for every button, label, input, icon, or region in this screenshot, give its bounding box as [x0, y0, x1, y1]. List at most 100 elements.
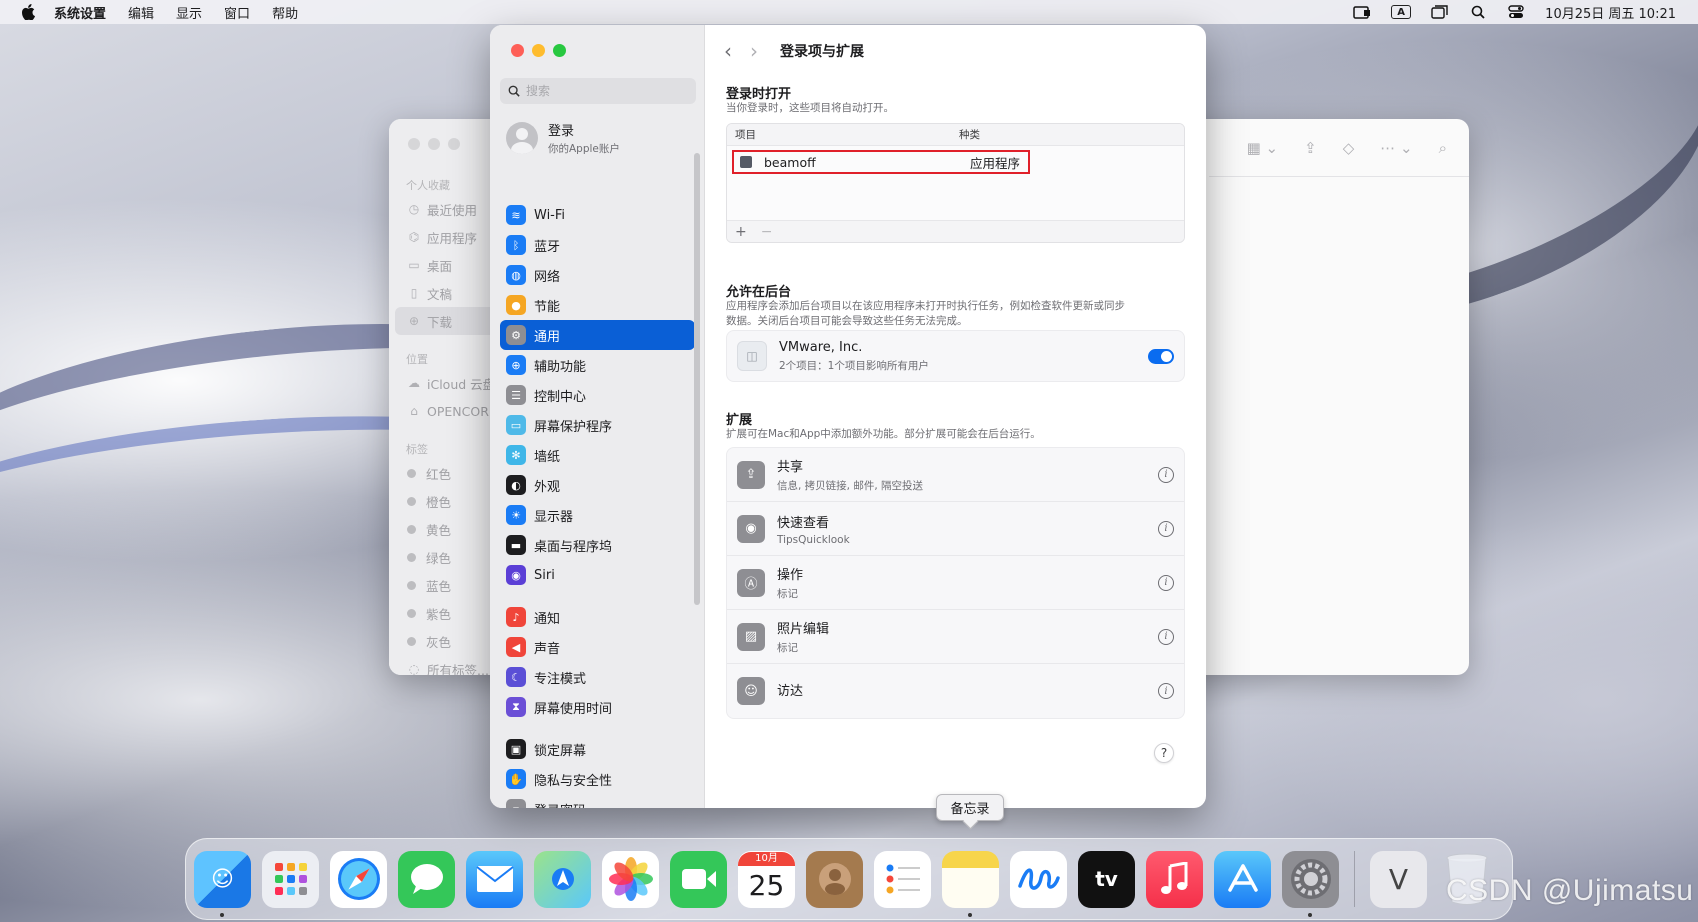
- spotlight-search-icon[interactable]: [1469, 5, 1487, 19]
- search-input[interactable]: [526, 84, 686, 98]
- finder-window-controls[interactable]: [408, 138, 460, 150]
- extension-row[interactable]: ⇪ 共享 信息, 拷贝链接, 邮件, 隔空投送 i: [727, 448, 1184, 502]
- menu-window[interactable]: 窗口: [224, 3, 250, 22]
- sidebar-item-dock[interactable]: ▬ 桌面与程序坞: [500, 530, 695, 560]
- dock-appstore-icon[interactable]: [1214, 850, 1271, 908]
- dock-reminders-icon[interactable]: [874, 850, 931, 908]
- finder-tag-gray[interactable]: 灰色: [389, 627, 504, 655]
- info-icon[interactable]: i: [1158, 466, 1174, 483]
- info-icon[interactable]: i: [1158, 683, 1174, 699]
- sidebar-item-appearance[interactable]: ◐ 外观: [500, 470, 695, 500]
- sidebar-item-screensaver[interactable]: ▭ 屏幕保护程序: [500, 410, 695, 440]
- sidebar-item-password[interactable]: ▪ 登录密码: [500, 794, 695, 808]
- sidebar-item-siri[interactable]: ◉ Siri: [500, 560, 695, 590]
- sidebar-item-wifi[interactable]: ≋ Wi-Fi: [500, 200, 695, 230]
- sidebar-item-moon[interactable]: ☾ 专注模式: [500, 662, 695, 692]
- finder-tag-red[interactable]: 红色: [389, 459, 504, 487]
- screen-mirroring-icon[interactable]: [1353, 5, 1371, 19]
- finder-item-applications[interactable]: ⌬ 应用程序: [389, 223, 504, 251]
- info-icon[interactable]: i: [1158, 574, 1174, 591]
- tag-icon[interactable]: ◇: [1343, 139, 1355, 157]
- dock-contacts-icon[interactable]: [806, 850, 863, 908]
- dock-freeform-icon[interactable]: [1010, 850, 1067, 908]
- dock-messages-icon[interactable]: [398, 850, 455, 908]
- finder-item-recents[interactable]: ◷ 最近使用: [389, 195, 504, 223]
- dock-facetime-icon[interactable]: [670, 850, 727, 908]
- menu-help[interactable]: 帮助: [272, 3, 298, 22]
- close-button[interactable]: [511, 44, 524, 57]
- lightbulb-icon: ●: [506, 295, 526, 315]
- view-grid-icon[interactable]: ▦ ⌄: [1247, 139, 1279, 157]
- info-icon[interactable]: i: [1158, 520, 1174, 537]
- extension-row[interactable]: ▨ 照片编辑 标记 i: [727, 610, 1184, 664]
- menu-edit[interactable]: 编辑: [128, 3, 154, 22]
- finder-tag-yellow[interactable]: 黄色: [389, 515, 504, 543]
- dock-appletv-icon[interactable]: tv: [1078, 850, 1135, 908]
- column-item[interactable]: 项目: [727, 127, 959, 142]
- dock-safari-icon[interactable]: [330, 850, 387, 908]
- sidebar-item-gear[interactable]: ⚙ 通用: [500, 320, 695, 350]
- finder-item-documents[interactable]: ▯ 文稿: [389, 279, 504, 307]
- screensaver-icon: ▭: [506, 415, 526, 435]
- dock-system-settings-icon[interactable]: [1282, 850, 1339, 917]
- dock-vm-icon[interactable]: V: [1370, 850, 1427, 908]
- sidebar-item-speaker[interactable]: ◀ 声音: [500, 632, 695, 662]
- dock-music-icon[interactable]: [1146, 850, 1203, 908]
- menu-view[interactable]: 显示: [176, 3, 202, 22]
- remove-button[interactable]: −: [761, 224, 773, 240]
- sidebar-item-bluetooth[interactable]: ᛒ 蓝牙: [500, 230, 695, 260]
- dock-maps-icon[interactable]: [534, 850, 591, 908]
- sidebar-item-control-center[interactable]: ☰ 控制中心: [500, 380, 695, 410]
- sidebar-item-display[interactable]: ☀ 显示器: [500, 500, 695, 530]
- zoom-button[interactable]: [553, 44, 566, 57]
- minimize-button[interactable]: [532, 44, 545, 57]
- dock-notes-icon[interactable]: [942, 850, 999, 917]
- search-icon[interactable]: ⌕: [1439, 139, 1447, 157]
- control-center-icon[interactable]: [1507, 5, 1525, 19]
- add-button[interactable]: +: [735, 224, 747, 240]
- column-kind[interactable]: 种类: [959, 127, 980, 142]
- finder-item-desktop[interactable]: ▭ 桌面: [389, 251, 504, 279]
- sidebar-item-lightbulb[interactable]: ● 节能: [500, 290, 695, 320]
- system-settings-window[interactable]: 登录 你的Apple账户 ≋ Wi-Fi ᛒ 蓝牙 ◍ 网络 ● 节能 ⚙ 通用 ⊕ 辅助功能 ☰ 控制中…: [490, 25, 1206, 808]
- finder-tag-orange[interactable]: 橙色: [389, 487, 504, 515]
- info-icon[interactable]: i: [1158, 628, 1174, 645]
- dock-photos-icon[interactable]: [602, 850, 659, 908]
- sidebar-item-globe[interactable]: ◍ 网络: [500, 260, 695, 290]
- finder-tag-purple[interactable]: 紫色: [389, 599, 504, 627]
- menu-app-name[interactable]: 系统设置: [54, 3, 106, 22]
- finder-item-downloads[interactable]: ⊕ 下载: [395, 307, 498, 335]
- finder-tag-blue[interactable]: 蓝色: [389, 571, 504, 599]
- share-icon[interactable]: ⇪: [1304, 139, 1317, 157]
- finder-tag-all[interactable]: ◌ 所有标签...: [389, 655, 504, 675]
- forward-chevron-icon[interactable]: ›: [750, 39, 758, 63]
- apple-account[interactable]: 登录 你的Apple账户: [506, 120, 620, 156]
- windows-icon[interactable]: [1431, 5, 1449, 19]
- sidebar-item-lock[interactable]: ▣ 锁定屏幕: [500, 734, 695, 764]
- sidebar-item-hand[interactable]: ✋ 隐私与安全性: [500, 764, 695, 794]
- dock-finder-icon[interactable]: ☺: [194, 850, 251, 917]
- dock-launchpad-icon[interactable]: [262, 850, 319, 908]
- extension-row[interactable]: Ⓐ 操作 标记 i: [727, 556, 1184, 610]
- finder-item-opencore[interactable]: ⌂ OPENCORE: [389, 397, 504, 425]
- sidebar-item-bell[interactable]: ♪ 通知: [500, 602, 695, 632]
- vmware-icon: ◫: [737, 341, 767, 371]
- sidebar-item-wallpaper[interactable]: ✻ 墙纸: [500, 440, 695, 470]
- sidebar-item-accessibility[interactable]: ⊕ 辅助功能: [500, 350, 695, 380]
- background-toggle[interactable]: [1148, 348, 1174, 364]
- apple-menu-icon[interactable]: [20, 4, 36, 20]
- dock-calendar-icon[interactable]: 10月 25: [738, 850, 795, 908]
- back-chevron-icon[interactable]: ‹: [724, 39, 732, 63]
- table-row[interactable]: beamoff 应用程序: [732, 150, 1030, 174]
- sidebar-item-hourglass[interactable]: ⧗ 屏幕使用时间: [500, 692, 695, 722]
- finder-item-icloud[interactable]: ☁ iCloud 云盘: [389, 369, 504, 397]
- extension-row[interactable]: ◉ 快速查看 TipsQuicklook i: [727, 502, 1184, 556]
- input-method-icon[interactable]: A: [1391, 5, 1412, 19]
- extension-row[interactable]: ☺ 访达 i: [727, 664, 1184, 718]
- dock-mail-icon[interactable]: [466, 850, 523, 908]
- help-button[interactable]: ?: [1154, 743, 1174, 763]
- more-actions-icon[interactable]: ⋯ ⌄: [1380, 139, 1412, 157]
- finder-tag-green[interactable]: 绿色: [389, 543, 504, 571]
- menu-clock[interactable]: 10月25日 周五 10:21: [1545, 3, 1676, 22]
- sidebar-scrollbar[interactable]: [694, 153, 700, 605]
